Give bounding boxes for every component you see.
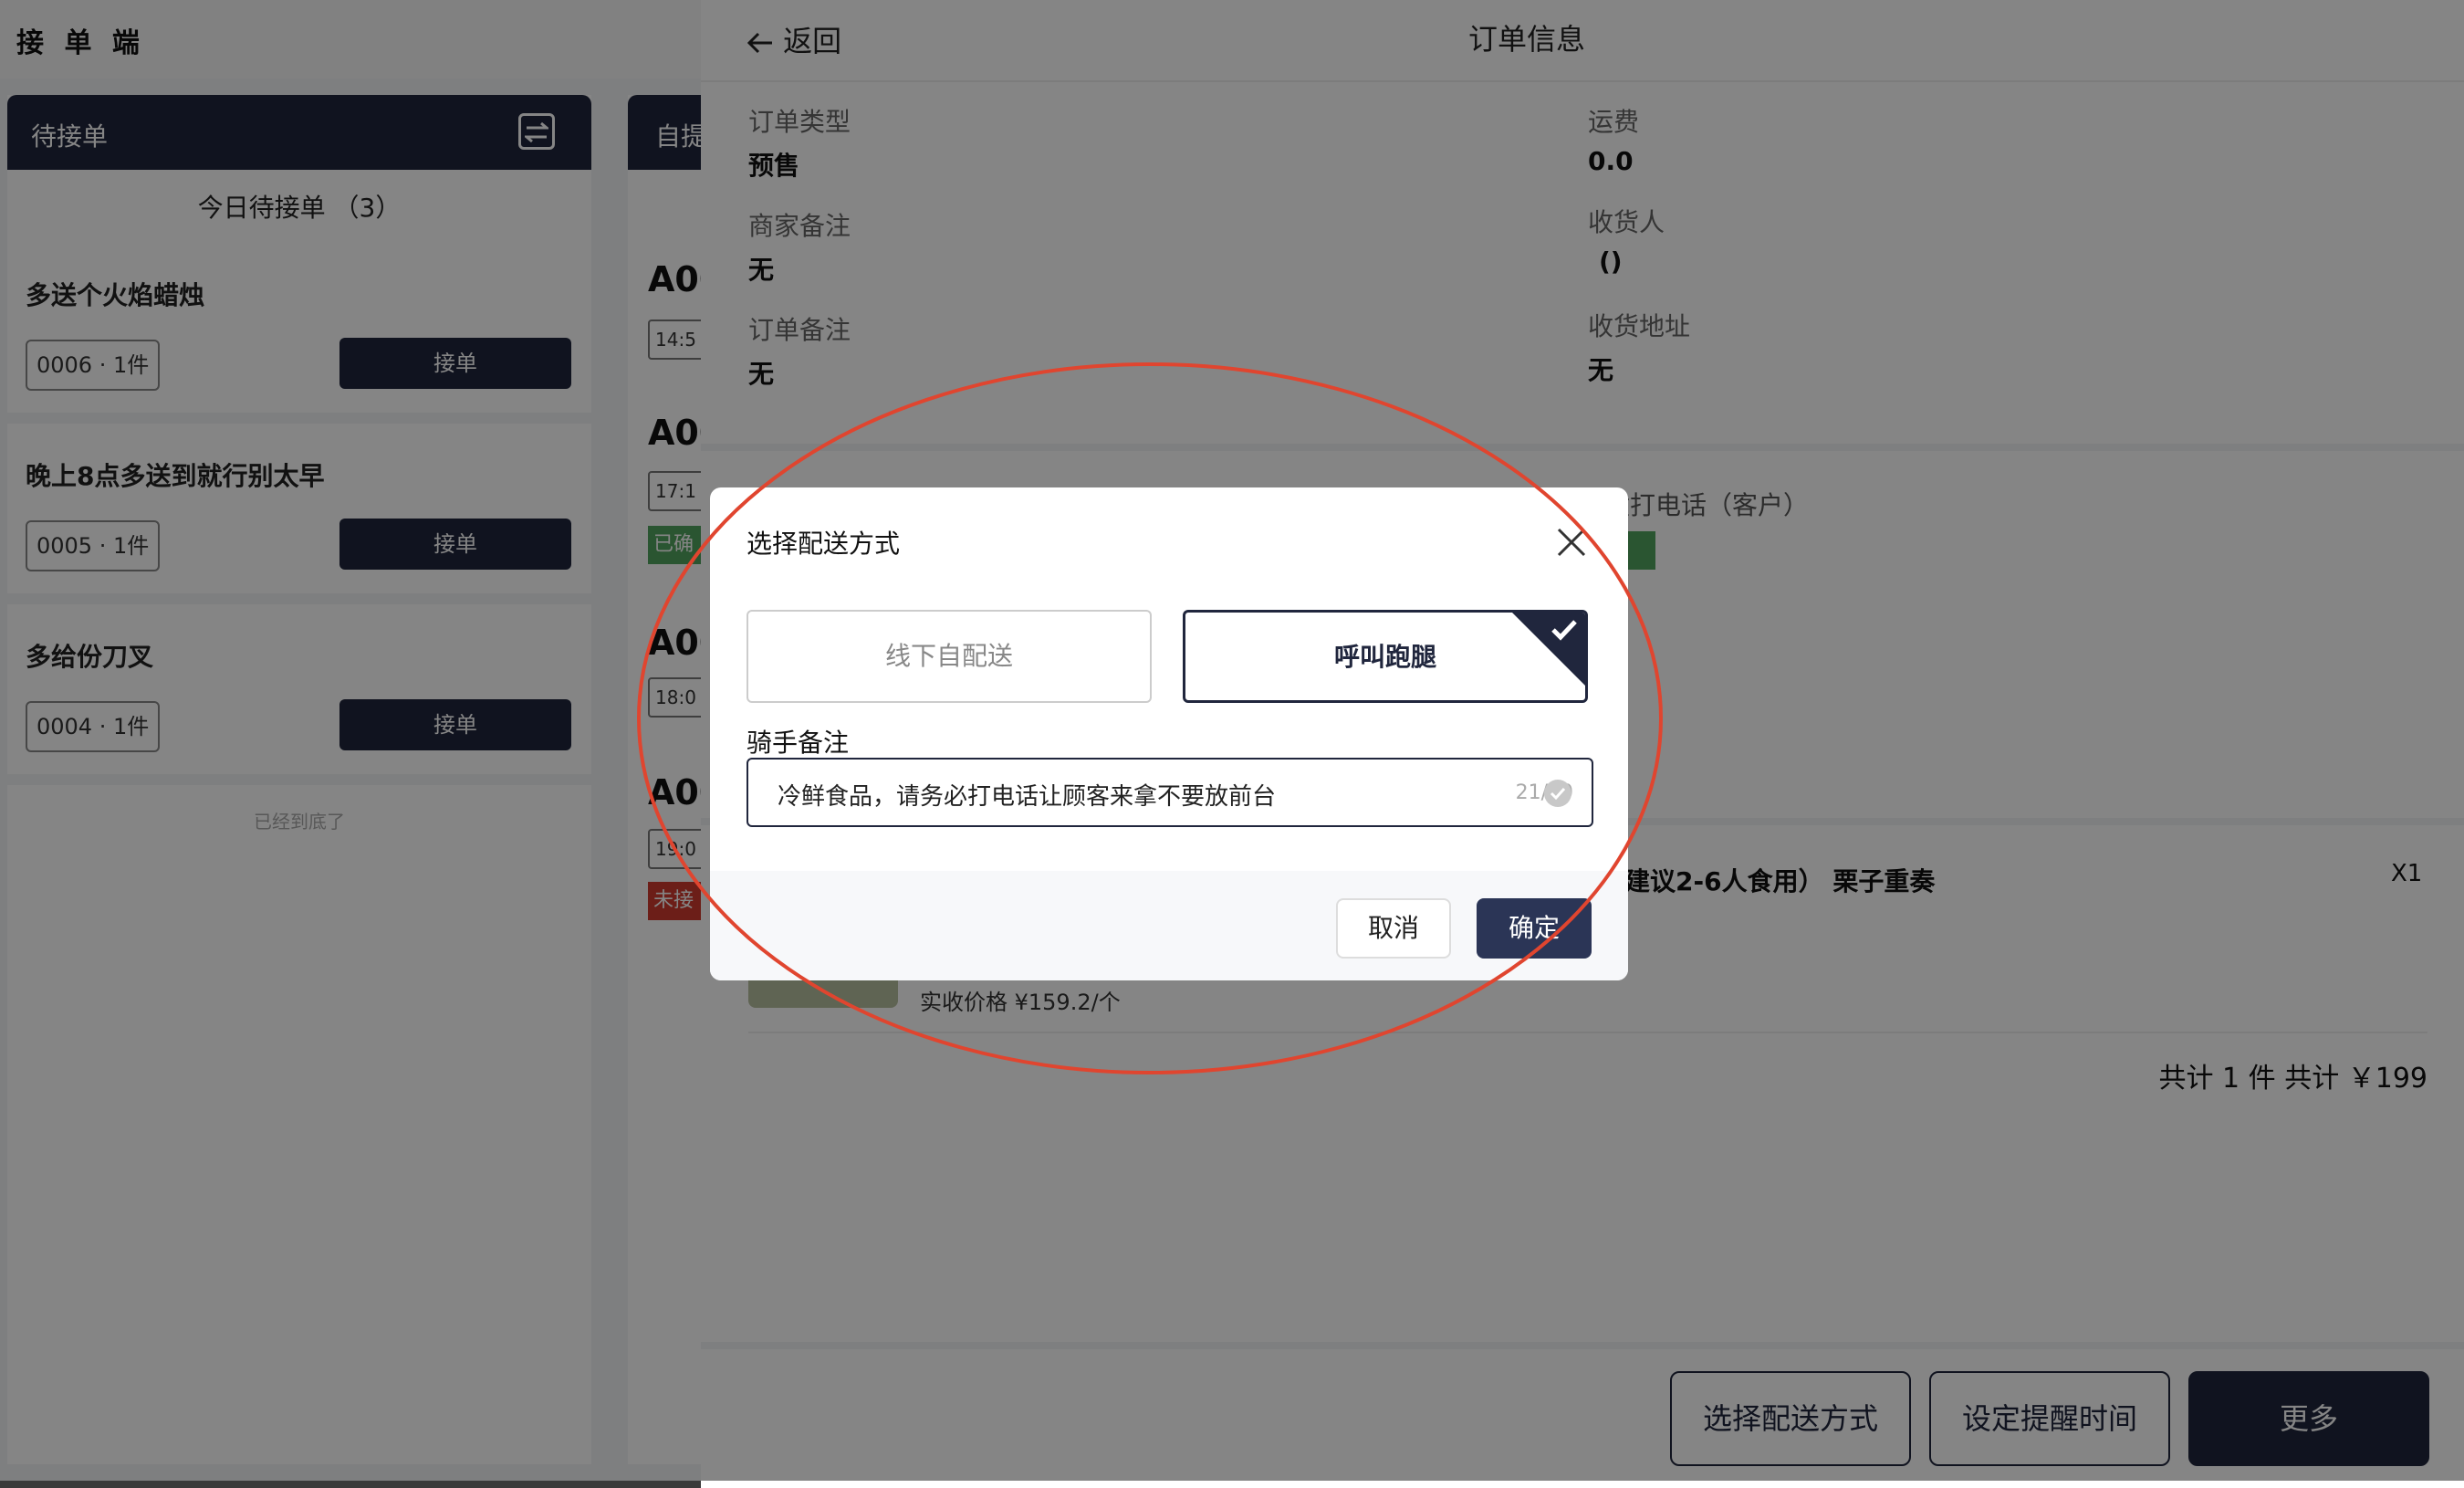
option-label: 呼叫跑腿	[1333, 642, 1436, 672]
check-icon	[1551, 620, 1577, 641]
dialog-footer: 取消 确定	[710, 871, 1628, 980]
clear-input-icon[interactable]	[1544, 780, 1571, 807]
option-label: 线下自配送	[884, 641, 1013, 671]
option-self-delivery[interactable]: 线下自配送	[747, 610, 1152, 703]
delivery-method-dialog: 选择配送方式 线下自配送 呼叫跑腿 骑手备注 冷鲜食品，请务必打电话让顾客来拿不…	[710, 487, 1628, 980]
rider-note-label: 骑手备注	[747, 728, 850, 758]
option-call-rider[interactable]: 呼叫跑腿	[1183, 610, 1588, 703]
dialog-title: 选择配送方式	[747, 529, 901, 559]
rider-note-input[interactable]: 冷鲜食品，请务必打电话让顾客来拿不要放前台 21/50	[747, 758, 1593, 827]
rider-note-value: 冷鲜食品，请务必打电话让顾客来拿不要放前台	[778, 783, 1277, 811]
close-icon[interactable]	[1553, 524, 1590, 561]
cancel-button[interactable]: 取消	[1336, 898, 1451, 959]
confirm-button[interactable]: 确定	[1477, 898, 1592, 959]
